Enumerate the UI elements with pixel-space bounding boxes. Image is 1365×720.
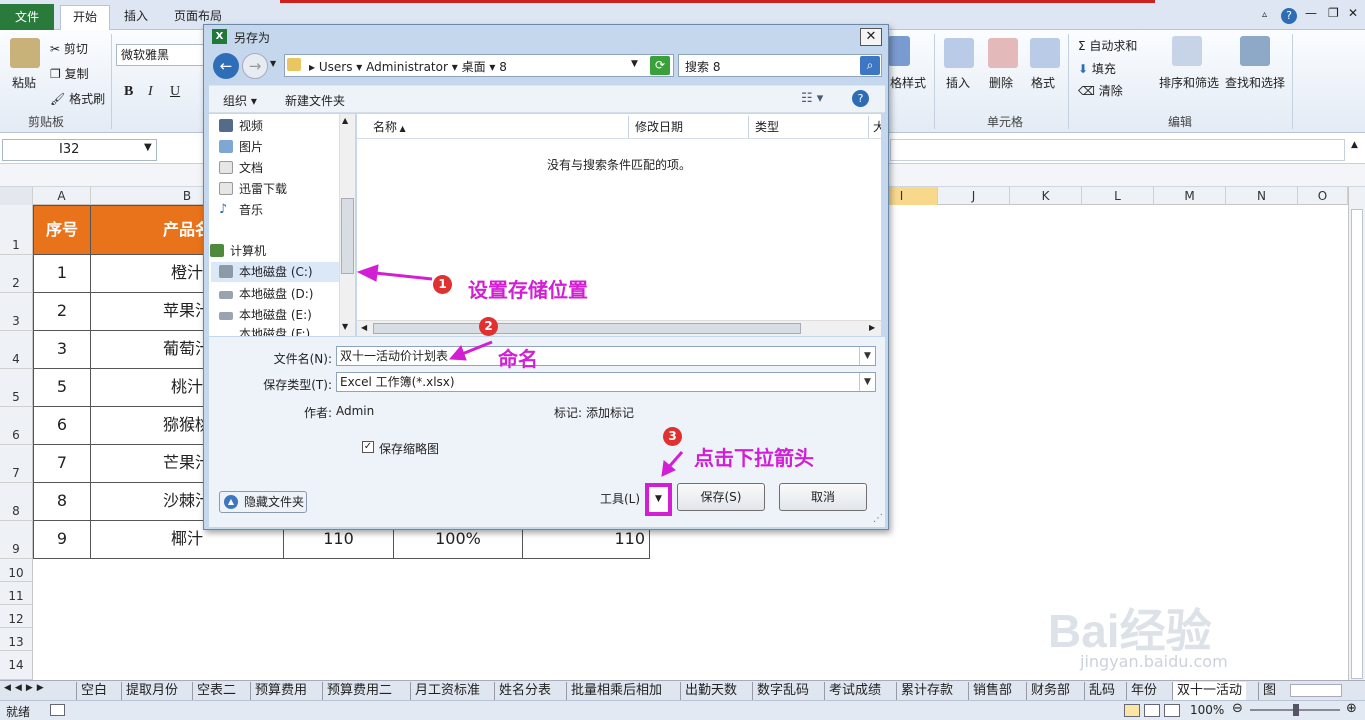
annotation-label: 设置存储位置 bbox=[468, 278, 588, 302]
annotation-label: 点击下拉箭头 bbox=[694, 446, 814, 470]
annotation-arrowhead bbox=[356, 264, 379, 282]
annotation-arrowhead bbox=[448, 345, 467, 361]
step-badge: 3 bbox=[663, 427, 682, 446]
annotation-arrow bbox=[374, 271, 433, 281]
annotation-arrow bbox=[461, 340, 493, 356]
annotation-label: 命名 bbox=[498, 347, 538, 371]
step-badge: 1 bbox=[433, 275, 452, 294]
annotation-arrows bbox=[356, 264, 684, 477]
step-badge: 2 bbox=[479, 317, 498, 336]
